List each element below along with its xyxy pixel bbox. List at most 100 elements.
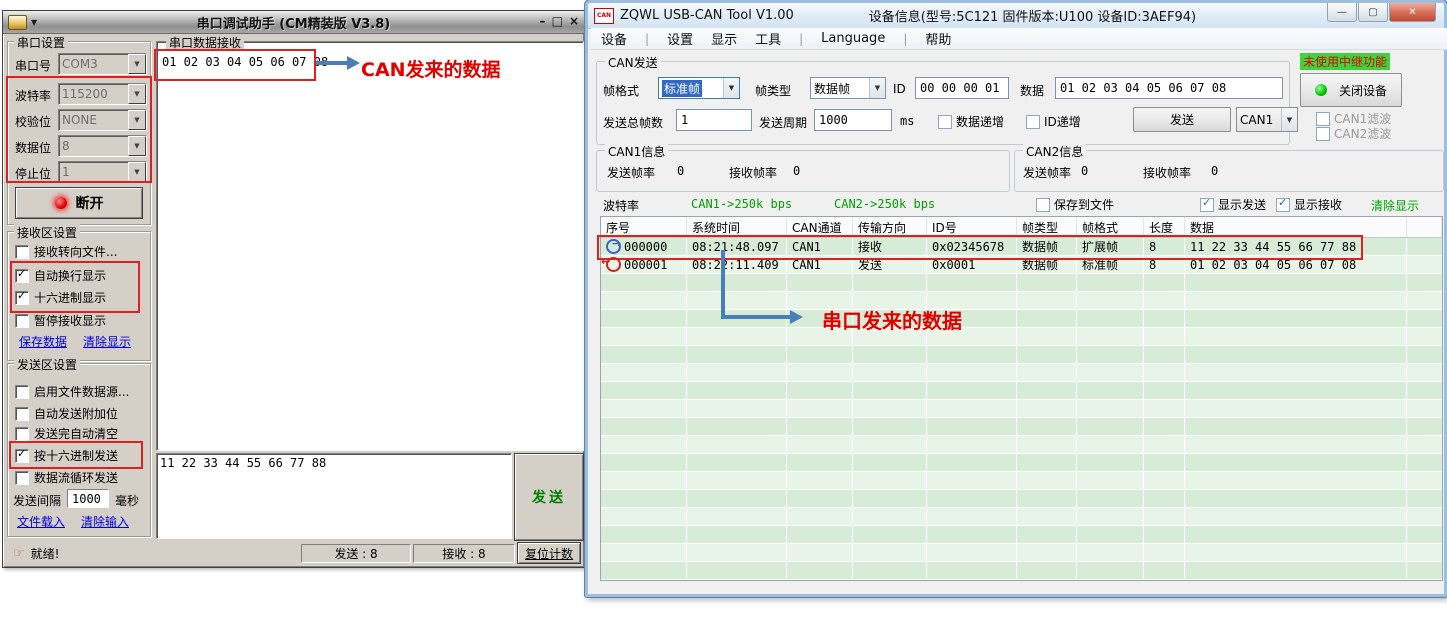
checkbox-hex-display[interactable]: 十六进制显示 bbox=[15, 289, 106, 306]
checkbox-id-increment[interactable]: ID递增 bbox=[1026, 113, 1081, 130]
save-data-link[interactable]: 保存数据 bbox=[19, 333, 67, 350]
baud-select[interactable]: 115200 ▼ bbox=[58, 83, 147, 105]
close-device-button[interactable]: 关闭设备 bbox=[1300, 73, 1402, 107]
empty-cell bbox=[687, 346, 787, 363]
checkbox-icon[interactable] bbox=[1026, 115, 1040, 129]
reset-count-button[interactable]: 复位计数 bbox=[517, 542, 581, 564]
minimize-icon[interactable]: — bbox=[1327, 3, 1357, 22]
menu-language[interactable]: Language bbox=[821, 31, 885, 46]
frame-format-select[interactable]: 标准帧 ▼ bbox=[658, 77, 740, 99]
close-icon[interactable]: ✕ bbox=[1389, 3, 1436, 22]
cell-id: 0x02345678 bbox=[927, 238, 1017, 255]
checkbox-can2-filter[interactable]: CAN2滤波 bbox=[1316, 125, 1391, 142]
port-label: 串口号 bbox=[15, 57, 51, 74]
can-table-filler bbox=[601, 274, 1442, 580]
cell-seq: 000000 bbox=[624, 240, 667, 254]
checkbox-icon[interactable] bbox=[15, 245, 29, 259]
send-input[interactable]: 11 22 33 44 55 66 77 88 bbox=[156, 453, 512, 539]
menu-help[interactable]: 帮助 bbox=[925, 29, 951, 48]
menu-display[interactable]: 显示 bbox=[711, 29, 737, 48]
empty-cell bbox=[853, 562, 927, 579]
checkbox-loop-send[interactable]: 数据流循环发送 bbox=[15, 469, 118, 486]
can-data-input[interactable]: 01 02 03 04 05 06 07 08 bbox=[1055, 77, 1283, 99]
period-input[interactable]: 1000 bbox=[814, 109, 892, 131]
minimize-icon[interactable]: – bbox=[540, 14, 546, 28]
checkbox-auto-append[interactable]: 自动发送附加位 bbox=[15, 405, 118, 422]
checkbox-icon[interactable] bbox=[15, 407, 29, 421]
databits-select[interactable]: 8 ▼ bbox=[58, 135, 147, 157]
chevron-down-icon[interactable]: ▼ bbox=[128, 54, 146, 74]
empty-cell bbox=[853, 526, 927, 543]
checkbox-icon[interactable] bbox=[15, 291, 29, 305]
port-select[interactable]: COM3 ▼ bbox=[58, 53, 147, 75]
system-menu-chevron-icon[interactable]: ▼ bbox=[31, 18, 37, 27]
chevron-down-icon[interactable]: ▼ bbox=[1281, 108, 1297, 131]
checkbox-save-to-file[interactable]: 保存到文件 bbox=[1036, 196, 1114, 213]
checkbox-send-as-hex[interactable]: 按十六进制发送 bbox=[15, 447, 118, 464]
chevron-down-icon[interactable]: ▼ bbox=[128, 110, 146, 130]
table-row[interactable]: 000001 08:22:11.409 CAN1 发送 0x0001 数据帧 标… bbox=[601, 256, 1442, 274]
checkbox-icon[interactable] bbox=[1316, 127, 1330, 141]
checkbox-show-send[interactable]: 显示发送 bbox=[1200, 196, 1266, 213]
checkbox-file-datasource[interactable]: 启用文件数据源... bbox=[15, 383, 129, 400]
parity-select[interactable]: NONE ▼ bbox=[58, 109, 147, 131]
clear-display-link[interactable]: 清除显示 bbox=[1371, 197, 1419, 214]
maximize-icon[interactable]: □ bbox=[552, 14, 563, 28]
empty-cell bbox=[787, 436, 853, 453]
empty-cell bbox=[1017, 346, 1077, 363]
checkbox-icon[interactable] bbox=[15, 385, 29, 399]
checkbox-auto-newline[interactable]: 自动换行显示 bbox=[15, 267, 106, 284]
checkbox-icon[interactable] bbox=[1276, 198, 1290, 212]
clear-display-link[interactable]: 清除显示 bbox=[83, 333, 131, 350]
menu-device[interactable]: 设备 bbox=[601, 29, 627, 48]
checkbox-icon[interactable] bbox=[15, 269, 29, 283]
col-extra bbox=[1407, 217, 1442, 237]
checkbox-icon[interactable] bbox=[938, 115, 952, 129]
checkbox-icon[interactable] bbox=[15, 314, 29, 328]
empty-cell bbox=[601, 454, 687, 471]
empty-cell bbox=[1185, 436, 1407, 453]
maximize-icon[interactable]: ▢ bbox=[1358, 3, 1388, 22]
serial-titlebar[interactable]: 串口调试助手 (CM精装版 V3.8) ▼ – □ × bbox=[3, 11, 584, 34]
checkbox-data-increment[interactable]: 数据递增 bbox=[938, 113, 1004, 130]
chevron-down-icon[interactable]: ▼ bbox=[723, 78, 739, 98]
chevron-down-icon[interactable]: ▼ bbox=[128, 162, 146, 182]
can2-info-group: CAN2信息 发送帧率 0 接收帧率 0 bbox=[1014, 150, 1444, 192]
checkbox-icon[interactable] bbox=[1200, 198, 1214, 212]
menu-tools[interactable]: 工具 bbox=[755, 29, 781, 48]
close-icon[interactable]: × bbox=[569, 14, 579, 28]
stopbits-value: 1 bbox=[62, 165, 70, 179]
checkbox-pause-display[interactable]: 暂停接收显示 bbox=[15, 312, 106, 329]
interval-input[interactable]: 1000 bbox=[67, 489, 109, 508]
channel-select[interactable]: CAN1 ▼ bbox=[1236, 107, 1298, 132]
checkbox-icon[interactable] bbox=[1316, 112, 1330, 126]
close-device-label: 关闭设备 bbox=[1339, 82, 1387, 99]
can-titlebar[interactable]: CAN ZQWL USB-CAN Tool V1.00 设备信息(型号:5C12… bbox=[588, 3, 1444, 29]
table-row[interactable]: 000000 08:21:48.097 CAN1 接收 0x02345678 数… bbox=[601, 238, 1442, 256]
clear-input-link[interactable]: 清除输入 bbox=[81, 513, 129, 530]
empty-cell bbox=[1077, 472, 1144, 489]
can-send-button[interactable]: 发送 bbox=[1133, 107, 1231, 132]
checkbox-clear-after-send[interactable]: 发送完自动清空 bbox=[15, 425, 118, 442]
chevron-down-icon[interactable]: ▼ bbox=[128, 136, 146, 156]
can-id-input[interactable]: 00 00 00 01 bbox=[915, 77, 1009, 99]
frame-type-select[interactable]: 数据帧 ▼ bbox=[810, 77, 886, 99]
disconnect-button[interactable]: 断开 bbox=[15, 187, 143, 219]
checkbox-icon[interactable] bbox=[1036, 198, 1050, 212]
checkbox-icon[interactable] bbox=[15, 471, 29, 485]
menu-settings[interactable]: 设置 bbox=[667, 29, 693, 48]
chevron-down-icon[interactable]: ▼ bbox=[869, 78, 885, 98]
checkbox-icon[interactable] bbox=[15, 449, 29, 463]
empty-cell bbox=[1017, 310, 1077, 327]
load-file-link[interactable]: 文件载入 bbox=[17, 513, 65, 530]
stopbits-select[interactable]: 1 ▼ bbox=[58, 161, 147, 183]
empty-cell bbox=[1144, 526, 1185, 543]
empty-cell bbox=[927, 508, 1017, 525]
checkbox-show-receive[interactable]: 显示接收 bbox=[1276, 196, 1342, 213]
serial-send-button[interactable]: 发送 bbox=[514, 453, 584, 541]
checkbox-icon[interactable] bbox=[15, 427, 29, 441]
serial-receive-area[interactable] bbox=[156, 41, 584, 451]
total-frames-input[interactable]: 1 bbox=[676, 109, 752, 131]
chevron-down-icon[interactable]: ▼ bbox=[128, 84, 146, 104]
checkbox-receive-to-file[interactable]: 接收转向文件... bbox=[15, 243, 117, 260]
